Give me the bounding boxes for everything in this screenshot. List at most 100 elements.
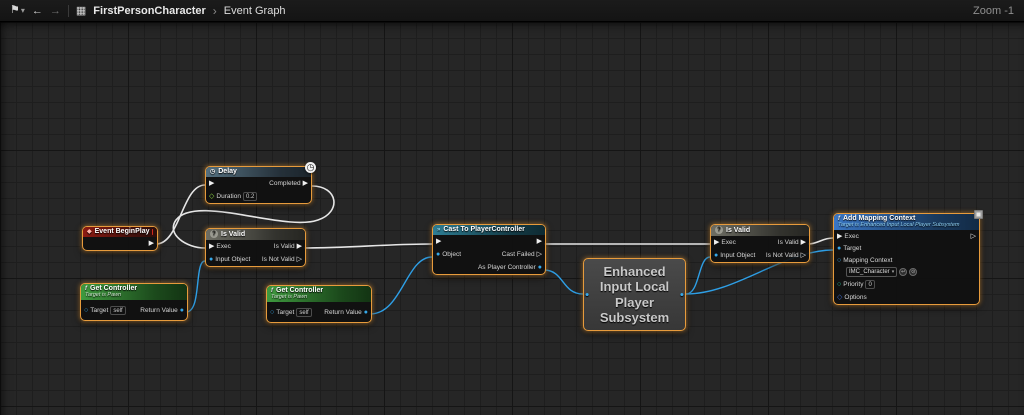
options-pin[interactable]: ◇ (837, 294, 842, 301)
target-pin[interactable]: ○ (270, 309, 274, 316)
wire-obj-subsystem-to-isvalid2 (686, 257, 710, 294)
question-icon: ? (715, 226, 723, 234)
mapping-context-dropdown[interactable]: IMC_Character ▾ (846, 267, 897, 277)
node-get-controller-2[interactable]: f Get Controller Target is Pawn ○ Target… (266, 285, 372, 323)
exec-in-pin[interactable]: ▶ (209, 243, 214, 250)
is-not-valid-label: Is Not Valid (262, 256, 295, 263)
breadcrumb-blueprint[interactable]: FirstPersonCharacter (93, 5, 206, 17)
chevron-down-icon: ▾ (21, 6, 25, 15)
node-title: Add Mapping Context (843, 215, 915, 222)
duration-label: Duration (216, 193, 241, 200)
node-cast-to-playercontroller[interactable]: » Cast To PlayerController ▶ ▶ ● Object … (432, 224, 546, 275)
node-title: Get Controller (90, 285, 137, 292)
question-icon: ? (210, 230, 218, 238)
graph-icon: ▦ (76, 0, 86, 22)
node-title: Is Valid (726, 227, 750, 234)
node-get-controller-1[interactable]: f Get Controller Target is Pawn ○ Target… (80, 283, 188, 321)
target-value-box[interactable]: self (110, 306, 125, 315)
node-delay[interactable]: ◷ ◷ Delay ▶ Completed ▶ ◇ Duration 0.2 (205, 166, 312, 204)
target-pin[interactable]: ● (837, 245, 841, 252)
exec-in-pin[interactable]: ▶ (714, 239, 719, 246)
bookmark-flag-button[interactable]: ⚑▾ (10, 0, 25, 22)
priority-pin[interactable]: ○ (837, 281, 841, 288)
return-value-label: Return Value (324, 309, 361, 316)
use-selected-asset-icon[interactable]: ↩ (899, 268, 907, 276)
node-subtitle: Target is Pawn (85, 292, 183, 298)
completed-label: Completed (269, 180, 300, 187)
node-title: Enhanced Input Local Player Subsystem (586, 264, 683, 325)
node-is-valid-1[interactable]: ? Is Valid ▶ Exec Is Valid ▶ ● Input Obj… (205, 228, 306, 267)
node-title: Event BeginPlay (95, 228, 150, 235)
function-icon: f (85, 286, 87, 292)
wire-exec-beginplay-to-delay (156, 185, 205, 244)
browse-asset-icon[interactable]: ⊙ (909, 268, 917, 276)
priority-value-box[interactable]: 0 (865, 280, 874, 289)
options-label: Options (844, 294, 866, 301)
exec-in-pin[interactable]: ▶ (436, 238, 441, 245)
player-controller-in-pin[interactable]: ● (585, 291, 589, 298)
exec-out-pin[interactable]: ▶ (537, 238, 542, 245)
function-icon: f (271, 288, 273, 294)
object-pin[interactable]: ● (436, 251, 440, 258)
exec-out-pin[interactable]: ▷ (971, 233, 976, 240)
cast-failed-label: Cast Failed (502, 251, 535, 258)
mapping-context-pin[interactable]: ○ (837, 257, 841, 264)
mapping-context-value: IMC_Character (849, 269, 890, 275)
blueprint-editor: ⚑▾ ← → ▦ FirstPersonCharacter › Event Gr… (0, 0, 1024, 415)
exec-in-pin[interactable]: ▶ (837, 233, 842, 240)
return-value-label: Return Value (140, 307, 177, 314)
graph-canvas[interactable]: ◆ Event BeginPlay ▶ f Get Controller Tar… (0, 22, 1024, 415)
duration-value-box[interactable]: 0.2 (243, 192, 257, 201)
return-value-pin[interactable]: ● (364, 309, 368, 316)
input-object-label: Input Object (720, 252, 755, 259)
node-add-mapping-context[interactable]: f Add Mapping Context Target is Enhanced… (833, 213, 980, 305)
input-object-pin[interactable]: ● (714, 252, 718, 259)
is-valid-exec-out-pin[interactable]: ▶ (801, 239, 806, 246)
mapping-context-label: Mapping Context (843, 257, 892, 264)
node-subtitle: Target is Pawn (271, 294, 367, 300)
return-value-pin[interactable]: ● (180, 307, 184, 314)
completed-exec-out-pin[interactable]: ▶ (303, 180, 308, 187)
input-object-pin[interactable]: ● (209, 256, 213, 263)
exec-label: Exec (844, 233, 858, 240)
node-event-beginplay[interactable]: ◆ Event BeginPlay ▶ (82, 226, 158, 251)
node-title: Get Controller (276, 287, 323, 294)
zoom-level-label: Zoom -1 (973, 5, 1014, 17)
is-not-valid-label: Is Not Valid (766, 252, 799, 259)
wire-exec-isvalid2-to-addmapping (808, 238, 833, 244)
target-label: Target (843, 245, 861, 252)
node-title: Cast To PlayerController (443, 226, 525, 233)
node-title: Delay (218, 168, 237, 175)
exec-out-pin[interactable]: ▶ (149, 240, 154, 247)
wire-obj-getcontroller2-to-cast (370, 257, 432, 314)
duration-pin[interactable]: ◇ (209, 193, 214, 200)
wire-obj-cast-to-subsystem (544, 270, 583, 294)
target-value-box[interactable]: self (296, 308, 311, 317)
function-icon: f (838, 216, 840, 222)
is-valid-label: Is Valid (778, 239, 799, 246)
wire-obj-getcontroller1-to-isvalid1 (186, 261, 205, 312)
priority-label: Priority (843, 281, 863, 288)
breadcrumb-event-graph[interactable]: Event Graph (224, 5, 286, 17)
input-object-label: Input Object (215, 256, 250, 263)
is-not-valid-exec-out-pin[interactable]: ▷ (297, 256, 302, 263)
object-label: Object (442, 251, 461, 258)
back-button[interactable]: ← (32, 0, 43, 22)
exec-label: Exec (216, 243, 230, 250)
wire-exec-isvalid1-to-cast (304, 244, 432, 248)
is-valid-exec-out-pin[interactable]: ▶ (297, 243, 302, 250)
is-not-valid-exec-out-pin[interactable]: ▷ (801, 252, 806, 259)
delay-clock-icon: ◷ (210, 168, 215, 175)
breadcrumb-separator: › (213, 4, 217, 18)
node-is-valid-2[interactable]: ? Is Valid ▶ Exec Is Valid ▶ ● Input Obj… (710, 224, 810, 263)
exec-in-pin[interactable]: ▶ (209, 180, 214, 187)
forward-button[interactable]: → (50, 0, 61, 22)
exec-label: Exec (721, 239, 735, 246)
chevron-down-icon: ▾ (892, 269, 895, 275)
node-corner-icon (974, 210, 983, 219)
node-enhanced-input-subsystem[interactable]: ● Enhanced Input Local Player Subsystem … (583, 258, 686, 331)
target-pin[interactable]: ○ (84, 307, 88, 314)
subsystem-out-pin[interactable]: ● (680, 291, 684, 298)
cast-failed-exec-out-pin[interactable]: ▷ (537, 251, 542, 258)
as-player-controller-pin[interactable]: ● (538, 264, 542, 271)
